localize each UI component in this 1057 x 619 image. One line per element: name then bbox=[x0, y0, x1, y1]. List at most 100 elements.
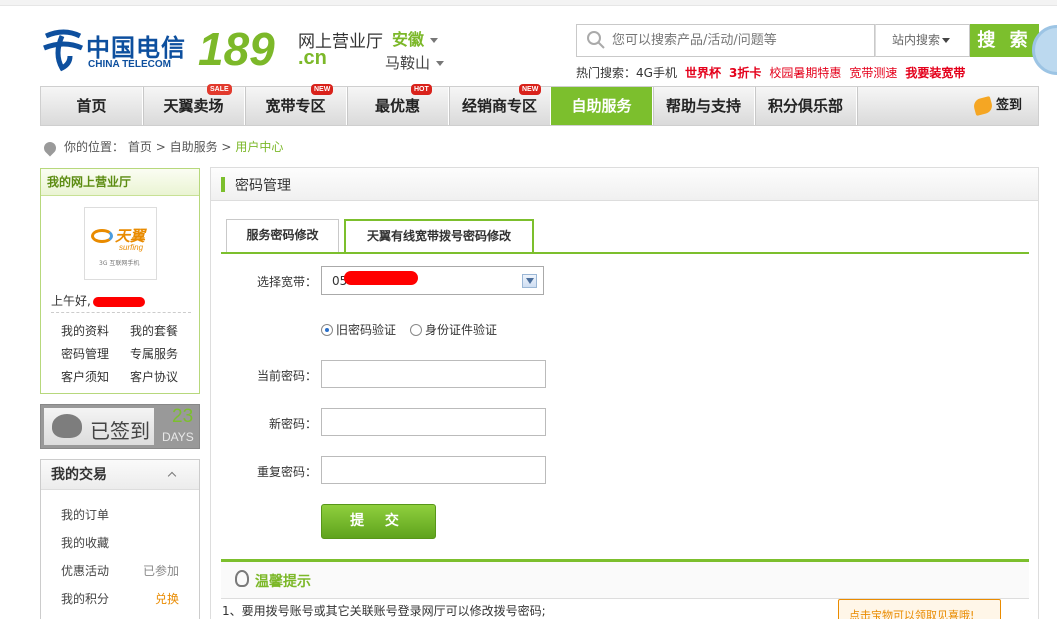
chevron-up-icon bbox=[167, 471, 177, 481]
trade-item-promotions[interactable]: 优惠活动 bbox=[61, 562, 109, 579]
china-telecom-logo[interactable]: 中国电信 CHINA TELECOM bbox=[40, 26, 190, 76]
nav-label: 天翼卖场 bbox=[163, 97, 224, 115]
signed-in-banner[interactable]: 已签到 23 DAYS bbox=[40, 404, 200, 449]
tips-header: 温馨提示 bbox=[221, 559, 1029, 599]
radio-label: 身份证件验证 bbox=[425, 323, 498, 337]
nav-points-club[interactable]: 积分俱乐部 bbox=[755, 87, 857, 125]
lightbulb-icon bbox=[235, 570, 249, 587]
breadcrumb-label: 你的位置： bbox=[64, 140, 125, 154]
city-label: 马鞍山 bbox=[385, 54, 431, 72]
shell-icon bbox=[52, 414, 82, 438]
top-strip bbox=[0, 0, 1057, 6]
chevron-down-icon bbox=[522, 274, 537, 288]
title-bar-marker bbox=[221, 177, 225, 192]
promo-banner[interactable]: 点击宝物可以领取见喜哦! bbox=[838, 599, 1001, 619]
signin-icon bbox=[972, 95, 994, 116]
nav-best-deals[interactable]: 最优惠 HOT bbox=[347, 84, 449, 125]
my-trades-title: 我的交易 bbox=[51, 467, 107, 483]
radio-label: 旧密码验证 bbox=[336, 323, 397, 337]
breadcrumb-item-self-service[interactable]: 自助服务 bbox=[170, 140, 218, 154]
trade-item-orders[interactable]: 我的订单 bbox=[61, 506, 109, 523]
new-password-input[interactable] bbox=[321, 408, 546, 436]
submit-button[interactable]: 提 交 bbox=[321, 504, 436, 539]
redacted-account bbox=[344, 271, 418, 285]
brand-cn: 中国电信 bbox=[86, 33, 186, 62]
brand-en: CHINA TELECOM bbox=[88, 59, 171, 70]
province-selector[interactable]: 安徽 bbox=[392, 26, 439, 50]
divider bbox=[51, 312, 191, 313]
link-my-profile[interactable]: 我的资料 bbox=[61, 322, 109, 339]
broadband-select[interactable]: 05 bbox=[321, 266, 544, 295]
redacted-username bbox=[92, 296, 145, 307]
my-trades-header[interactable]: 我的交易 bbox=[41, 460, 199, 490]
nav-broadband[interactable]: 宽带专区 NEW bbox=[245, 84, 347, 125]
avatar[interactable]: 天翼 surfing 3G 互联网手机 bbox=[84, 207, 157, 280]
link-customer-notice[interactable]: 客户须知 bbox=[61, 368, 109, 385]
tab-service-password[interactable]: 服务密码修改 bbox=[226, 219, 339, 252]
tab-underline bbox=[221, 252, 1029, 254]
signed-label: 已签到 bbox=[90, 419, 150, 443]
hot-search-label: 热门搜索： bbox=[576, 66, 637, 80]
repeat-password-input[interactable] bbox=[321, 456, 546, 484]
hot-search-item[interactable]: 宽带测速 bbox=[849, 66, 897, 80]
nav-self-service[interactable]: 自助服务 bbox=[551, 87, 653, 125]
hall-title: 网上营业厅 bbox=[298, 32, 383, 52]
hot-search-item[interactable]: 世界杯 bbox=[685, 66, 721, 80]
trade-meta-redeem[interactable]: 兑换 bbox=[155, 590, 179, 607]
greeting-text: 上午好, bbox=[51, 294, 91, 308]
breadcrumb-sep: > bbox=[221, 140, 232, 154]
nav-help[interactable]: 帮助与支持 bbox=[653, 87, 755, 125]
avatar-sub: surfing bbox=[119, 243, 144, 252]
nav-label: 首页 bbox=[76, 97, 107, 115]
trade-meta-joined: 已参加 bbox=[142, 564, 179, 578]
nav-tianyi-store[interactable]: 天翼卖场 SALE bbox=[143, 84, 245, 125]
trade-item-favorites[interactable]: 我的收藏 bbox=[61, 534, 109, 551]
nav-dealers[interactable]: 经销商专区 NEW bbox=[449, 84, 551, 125]
nav-label: 经销商专区 bbox=[461, 97, 537, 115]
chevron-down-icon bbox=[436, 61, 445, 66]
new-badge: NEW bbox=[311, 84, 334, 95]
sale-badge: SALE bbox=[207, 84, 232, 95]
trade-item-points[interactable]: 我的积分 bbox=[61, 590, 109, 607]
tips-title: 温馨提示 bbox=[255, 574, 311, 590]
hot-search-item[interactable]: 3折卡 bbox=[729, 66, 761, 80]
signed-in-card: 已签到 bbox=[44, 408, 154, 445]
new-badge: NEW bbox=[519, 84, 542, 95]
radio-unchecked-icon bbox=[410, 324, 422, 336]
nav-label: 宽带专区 bbox=[265, 97, 326, 115]
my-hall-title: 我的网上营业厅 bbox=[41, 169, 199, 196]
hot-search-item[interactable]: 4G手机 bbox=[636, 66, 677, 80]
nav-label: 自助服务 bbox=[571, 97, 632, 115]
nav-home[interactable]: 首页 bbox=[41, 87, 143, 125]
radio-id-document[interactable]: 身份证件验证 bbox=[410, 321, 497, 338]
city-selector[interactable]: 马鞍山 bbox=[385, 52, 445, 73]
my-hall-panel: 我的网上营业厅 天翼 surfing 3G 互联网手机 上午好, 我的资料 我的… bbox=[40, 168, 200, 394]
tab-broadband-password[interactable]: 天翼有线宽带拨号密码修改 bbox=[344, 219, 534, 254]
signed-days-unit: DAYS bbox=[162, 430, 194, 444]
signin-label: 签到 bbox=[995, 98, 1022, 113]
panel-header: 密码管理 bbox=[211, 168, 1038, 201]
current-password-input[interactable] bbox=[321, 360, 546, 388]
hot-searches: 热门搜索：4G手机 世界杯 3折卡 校园暑期特惠 宽带测速 我要装宽带 bbox=[576, 64, 973, 81]
search-icon bbox=[587, 31, 605, 49]
nav-label: 帮助与支持 bbox=[665, 97, 741, 115]
link-exclusive-service[interactable]: 专属服务 bbox=[130, 345, 178, 362]
breadcrumb-item-user-center: 用户中心 bbox=[235, 140, 284, 154]
link-my-plan[interactable]: 我的套餐 bbox=[130, 322, 178, 339]
breadcrumb-sep: > bbox=[155, 140, 166, 154]
link-password-management[interactable]: 密码管理 bbox=[61, 345, 109, 362]
link-customer-agreement[interactable]: 客户协议 bbox=[130, 368, 178, 385]
search-button[interactable]: 搜 索 bbox=[970, 24, 1039, 57]
signed-days-count: 23 bbox=[172, 406, 194, 427]
hot-badge: HOT bbox=[411, 84, 432, 95]
greeting: 上午好, bbox=[51, 292, 145, 309]
search-scope-select[interactable]: 站内搜索 bbox=[875, 24, 970, 57]
search-input[interactable] bbox=[612, 26, 867, 54]
tip-line: 1、要用拨号账号或其它关联账号登录网厅可以修改拨号密码; bbox=[222, 604, 546, 618]
location-pin-icon bbox=[41, 139, 59, 156]
hot-search-item[interactable]: 我要装宽带 bbox=[905, 66, 965, 80]
radio-old-password[interactable]: 旧密码验证 bbox=[321, 321, 396, 338]
signin-button[interactable]: 签到 bbox=[972, 87, 1022, 125]
breadcrumb-item-home[interactable]: 首页 bbox=[128, 140, 152, 154]
hot-search-item[interactable]: 校园暑期特惠 bbox=[769, 66, 841, 80]
